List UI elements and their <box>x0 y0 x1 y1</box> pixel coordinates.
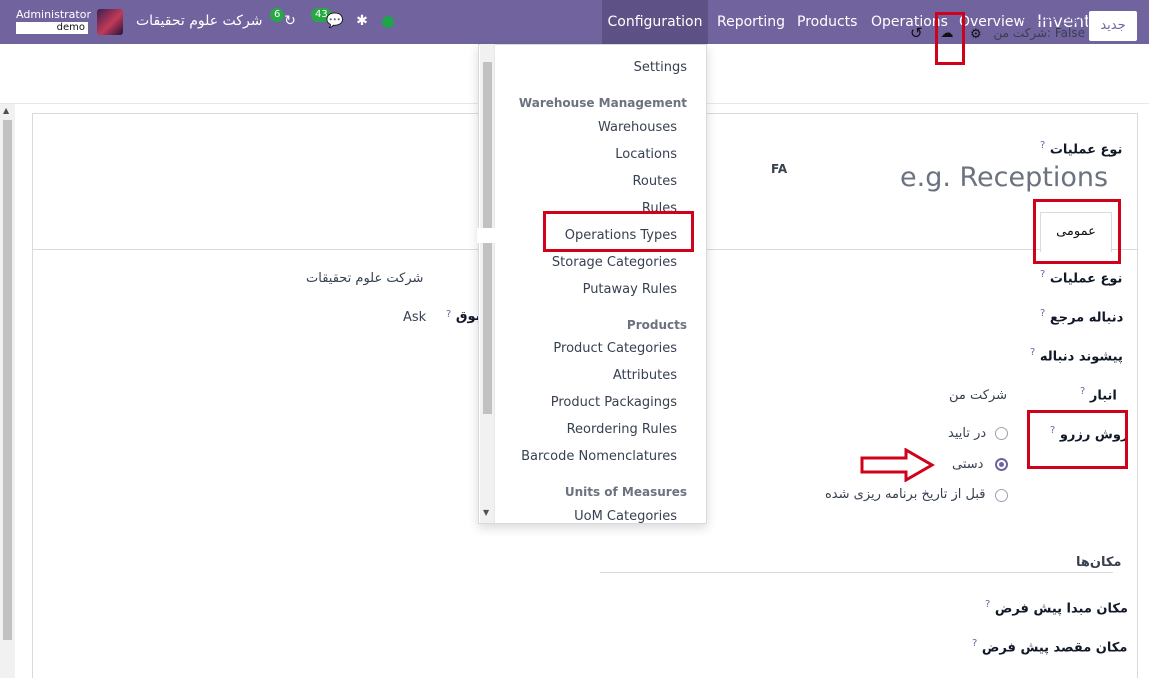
scroll-up-icon[interactable]: ▲ <box>3 106 9 115</box>
menu-reporting[interactable]: Reporting <box>717 0 785 44</box>
backorder-value[interactable]: Ask <box>403 310 426 325</box>
radio-label-at-confirmation: در تایید <box>948 426 987 441</box>
discard-icon[interactable]: ↺ <box>910 24 923 42</box>
backorder-label: ? بوق <box>446 309 481 324</box>
company-switcher[interactable]: شرکت علوم تحقیقات <box>136 13 262 29</box>
chat-icon[interactable]: 💬 <box>326 13 343 29</box>
menu-configuration[interactable]: Configuration <box>602 0 708 44</box>
radio-before-scheduled[interactable] <box>995 489 1008 502</box>
database-name: demo <box>16 22 88 34</box>
menu-item-barcode-nomenclatures[interactable]: Barcode Nomenclatures <box>477 449 677 464</box>
menu-products[interactable]: Products <box>797 0 857 44</box>
radio-label-manual: دستی <box>952 457 984 472</box>
name-input[interactable]: e.g. Receptions <box>900 162 1108 193</box>
warehouse-label: ? انبار <box>1080 386 1117 404</box>
default-destination-label: ? مکان مقصد پیش فرض <box>972 638 1128 656</box>
scrollbar-thumb[interactable] <box>3 120 12 640</box>
annotation-arrow-icon <box>860 448 935 482</box>
page-scrollbar[interactable]: ▲ <box>0 104 15 678</box>
menu-header-warehouse-management: Warehouse Management <box>518 96 687 110</box>
annotation-box-operations-types <box>543 211 694 252</box>
menu-item-attributes[interactable]: Attributes <box>477 368 677 383</box>
menu-item-putaway-rules[interactable]: Putaway Rules <box>477 282 677 297</box>
menu-item-settings[interactable]: Settings <box>487 60 687 75</box>
breadcrumb-parent[interactable]: انواع عملیات <box>990 10 1085 24</box>
menu-item-warehouses[interactable]: Warehouses <box>477 120 677 135</box>
menu-header-products: Products <box>626 318 687 332</box>
sequence-prefix-label: ? پیشوند دنباله <box>1030 347 1123 365</box>
menu-item-uom-categories[interactable]: UoM Categories <box>477 509 677 524</box>
menu-item-routes[interactable]: Routes <box>477 174 677 189</box>
default-source-label: ? مکان مبدا پیش فرض <box>985 599 1128 617</box>
operation-type-label: ? نوع عملیات <box>1040 269 1123 287</box>
radio-at-confirmation[interactable] <box>995 427 1008 440</box>
radio-label-before-scheduled: قبل از تاریخ برنامه ریزی شده <box>825 487 986 502</box>
menu-header-units-of-measures: Units of Measures <box>564 485 687 499</box>
menu-item-product-packagings[interactable]: Product Packagings <box>477 395 677 410</box>
user-menu[interactable]: Administrator demo <box>16 8 91 34</box>
radio-manual[interactable] <box>995 458 1008 471</box>
annotation-box-save <box>935 12 965 65</box>
annotation-box-tab <box>1033 199 1121 264</box>
company-field-value[interactable]: شرکت علوم تحقیقات <box>306 271 423 286</box>
annotation-box-reservation <box>1027 410 1128 469</box>
warehouse-value[interactable]: شرکت من <box>949 388 1007 403</box>
user-name: Administrator <box>16 8 91 21</box>
lang-tag[interactable]: FA <box>771 162 787 176</box>
menu-item-product-categories[interactable]: Product Categories <box>477 341 677 356</box>
menu-item-reordering-rules[interactable]: Reordering Rules <box>477 422 677 437</box>
menu-item-locations[interactable]: Locations <box>477 147 677 162</box>
status-dot-icon <box>382 16 394 28</box>
menu-item-storage-categories[interactable]: Storage Categories <box>477 255 677 270</box>
title-label: ? نوع عملیات <box>1040 140 1123 158</box>
clock-icon[interactable]: ↻ <box>282 13 298 29</box>
sequence-ref-label: ? دنباله مرجع <box>1040 308 1124 326</box>
gear-icon[interactable]: ⚙ <box>970 27 982 42</box>
locations-section-title: مکان‌ها <box>1076 555 1122 570</box>
section-divider <box>600 572 1113 573</box>
avatar[interactable] <box>97 9 123 35</box>
bug-icon[interactable]: ✱ <box>354 13 370 29</box>
new-button[interactable]: جدید <box>1088 10 1138 42</box>
